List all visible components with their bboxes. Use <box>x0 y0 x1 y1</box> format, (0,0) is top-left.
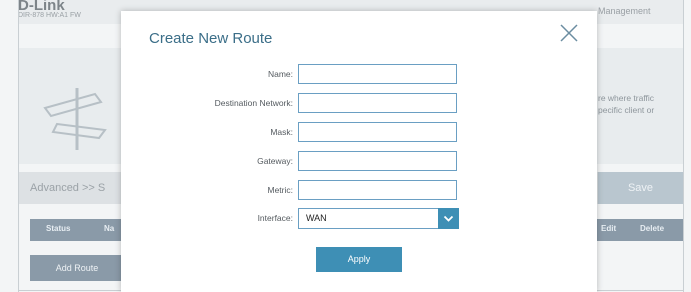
breadcrumb: Advanced >> S <box>30 182 106 194</box>
device-model: DIR-878 HW:A1 FW <box>18 12 81 19</box>
page-description: re where traffic pecific client or <box>598 92 654 116</box>
save-button[interactable]: Save <box>598 172 683 204</box>
column-delete: Delete <box>640 224 665 233</box>
page-border-left <box>18 0 19 292</box>
signpost-icon <box>35 80 115 155</box>
description-line: pecific client or <box>598 105 655 115</box>
chevron-down-icon[interactable] <box>438 208 459 229</box>
interface-label: Interface: <box>257 213 293 223</box>
dialog-title: Create New Route <box>149 30 273 47</box>
column-name: Na <box>104 224 115 233</box>
destination-network-field[interactable] <box>298 93 457 113</box>
name-label: Name: <box>267 69 293 79</box>
gateway-label: Gateway: <box>257 156 293 166</box>
page-border-right <box>683 0 684 292</box>
mask-field[interactable] <box>298 122 457 142</box>
metric-field[interactable] <box>298 180 457 200</box>
gateway-field[interactable] <box>298 151 457 171</box>
interface-select[interactable]: WAN <box>298 208 459 229</box>
interface-value: WAN <box>306 213 327 223</box>
mask-label: Mask: <box>270 127 293 137</box>
metric-label: Metric: <box>267 185 294 195</box>
destination-network-label: Destination Network: <box>214 98 293 108</box>
apply-button[interactable]: Apply <box>316 247 402 272</box>
add-route-button[interactable]: Add Route <box>30 255 124 281</box>
description-line: re where traffic <box>598 93 655 103</box>
close-icon[interactable] <box>558 22 580 44</box>
column-edit: Edit <box>601 224 617 233</box>
nav-management[interactable]: Management <box>598 6 651 16</box>
column-status: Status <box>46 224 71 233</box>
create-route-dialog: Create New Route Name: Destination Netwo… <box>121 11 597 292</box>
name-field[interactable] <box>298 64 457 84</box>
